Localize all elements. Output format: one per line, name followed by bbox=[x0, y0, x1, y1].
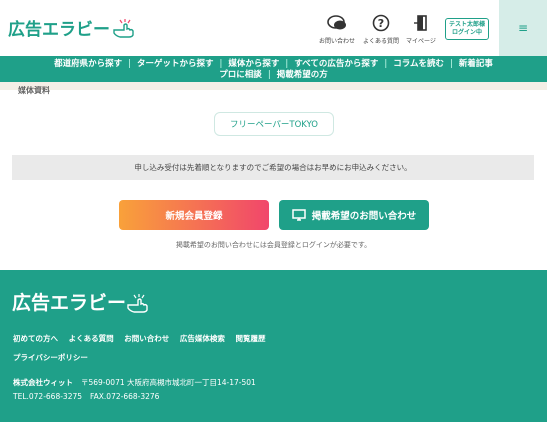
footer-link-media-search[interactable]: 広告媒体検索 bbox=[180, 334, 225, 343]
site-header: 広告エラビー お問い合わせ ? よくある質問 マイページ テスト太郎様 ログイン… bbox=[0, 0, 547, 56]
nav-item-advertiser[interactable]: 掲載希望の方 bbox=[277, 70, 328, 80]
question-circle-icon: ? bbox=[372, 14, 390, 32]
footer-logo-text: 広告エラビー bbox=[12, 292, 127, 314]
footer-logo[interactable]: 広告エラビー bbox=[12, 288, 152, 315]
mypage-label: マイページ bbox=[406, 38, 436, 45]
footer-link-history[interactable]: 閲覧履歴 bbox=[236, 334, 266, 343]
footer-links: 初めての方へ よくある質問 お問い合わせ 広告媒体検索 閲覧履歴 bbox=[13, 333, 274, 344]
hamburger-icon: ≡ bbox=[517, 21, 529, 35]
nav-item-media[interactable]: 媒体から探す bbox=[228, 59, 279, 69]
logged-in-user-button[interactable]: テスト太郎様 ログイン中 bbox=[445, 18, 489, 40]
monitor-icon bbox=[291, 209, 306, 221]
pointing-hand-icon bbox=[127, 293, 148, 313]
nav-separator: | bbox=[285, 59, 289, 69]
site-footer: 広告エラビー 初めての方へ よくある質問 お問い合わせ 広告媒体検索 閲覧履歴 … bbox=[0, 270, 547, 422]
hamburger-menu-button[interactable]: ≡ bbox=[499, 0, 547, 56]
footer-link-beginners[interactable]: 初めての方へ bbox=[13, 334, 58, 343]
login-status: ログイン中 bbox=[451, 29, 482, 36]
nav-separator: | bbox=[128, 59, 131, 69]
nav-separator: | bbox=[449, 59, 453, 69]
inquiry-button[interactable]: 掲載希望のお問い合わせ bbox=[279, 200, 429, 230]
register-button[interactable]: 新規会員登録 bbox=[119, 200, 269, 230]
media-tag-button[interactable]: フリーペーパーTOKYO bbox=[214, 112, 334, 136]
footer-link-contact[interactable]: お問い合わせ bbox=[124, 334, 169, 343]
contact-label: お問い合わせ bbox=[318, 38, 355, 45]
mypage-link[interactable]: マイページ bbox=[398, 14, 444, 45]
footer-fax: FAX.072-668-3276 bbox=[90, 392, 160, 401]
nav-item-prefecture[interactable]: 都道府県から探す bbox=[54, 59, 122, 69]
user-name: テスト太郎様 bbox=[448, 21, 485, 28]
nav-separator: | bbox=[384, 59, 388, 69]
nav-separator: | bbox=[219, 59, 223, 69]
logo-text: 広告エラビー bbox=[8, 19, 110, 40]
site-logo[interactable]: 広告エラビー bbox=[8, 14, 138, 40]
nav-item-consult-pro[interactable]: プロに相談 bbox=[219, 70, 262, 80]
door-icon bbox=[414, 15, 427, 31]
company-name: 株式会社ウィット bbox=[13, 378, 73, 387]
footer-contact-numbers: TEL.072-668-3275 FAX.072-668-3276 bbox=[13, 392, 167, 401]
pointing-hand-icon bbox=[113, 19, 134, 38]
inquiry-label: 掲載希望のお問い合わせ bbox=[311, 211, 417, 222]
nav-row-1: 都道府県から探す | ターゲットから探す | 媒体から探す | すべての広告から探す | コラム… bbox=[0, 59, 547, 70]
nav-item-columns[interactable]: コラムを読む bbox=[393, 59, 444, 69]
chat-bubble-icon bbox=[327, 15, 346, 30]
nav-separator: | bbox=[267, 70, 271, 80]
footer-link-faq[interactable]: よくある質問 bbox=[69, 334, 114, 343]
company-address: 〒569-0071 大阪府高槻市城北町一丁目14-17-501 bbox=[81, 378, 256, 387]
svg-text:?: ? bbox=[378, 17, 384, 30]
main-nav: 都道府県から探す | ターゲットから探す | 媒体から探す | すべての広告から探す | コラム… bbox=[0, 56, 547, 82]
cta-note: 掲載希望のお問い合わせには会員登録とログインが必要です。 bbox=[175, 241, 372, 249]
section-label: 媒体資料 bbox=[18, 86, 50, 95]
contact-link[interactable]: お問い合わせ bbox=[314, 14, 360, 45]
nav-row-2: プロに相談 | 掲載希望の方 bbox=[0, 70, 547, 81]
footer-link-privacy[interactable]: プライバシーポリシー bbox=[13, 352, 88, 363]
nav-item-new-articles[interactable]: 新着記事 bbox=[459, 59, 493, 69]
notice-bar: 申し込み受付は先着順となりますのでご希望の場合はお早めにお申込みください。 bbox=[12, 155, 534, 180]
nav-item-target[interactable]: ターゲットから探す bbox=[137, 59, 214, 69]
section-band bbox=[0, 82, 547, 90]
nav-item-all-ads[interactable]: すべての広告から探す bbox=[294, 59, 378, 69]
footer-tel: TEL.072-668-3275 bbox=[13, 392, 83, 401]
footer-address: 株式会社ウィット 〒569-0071 大阪府高槻市城北町一丁目14-17-501 bbox=[13, 377, 256, 388]
faq-label: よくある質問 bbox=[362, 38, 399, 45]
